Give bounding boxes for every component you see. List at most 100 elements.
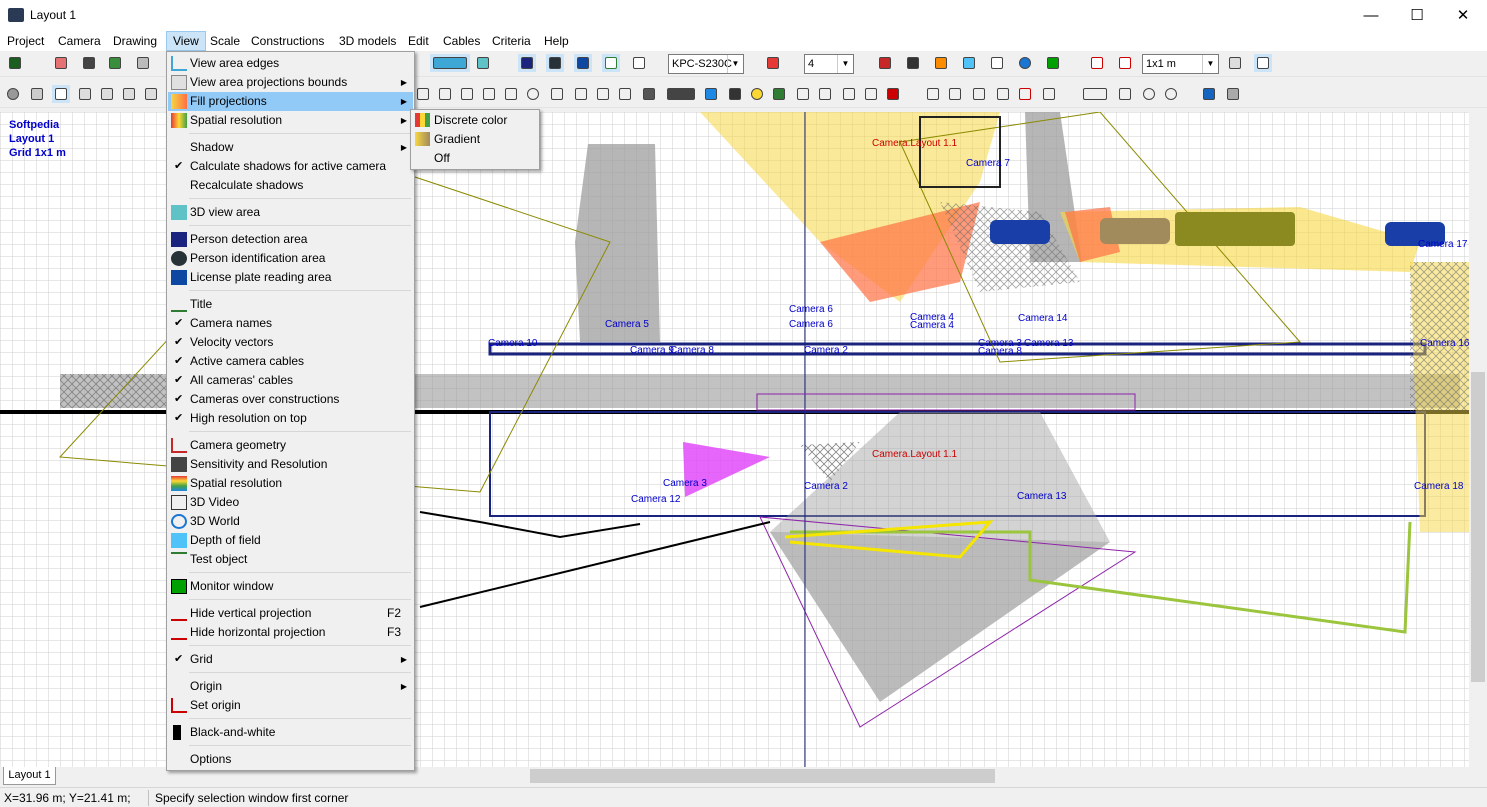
menu-item-calculate-shadows[interactable]: ✔ Calculate shadows for active camera: [168, 157, 413, 176]
menu-item-velocity-vectors[interactable]: ✔ Velocity vectors: [168, 333, 413, 352]
snap-icon[interactable]: [1080, 85, 1110, 103]
horizontal-scroll-thumb[interactable]: [530, 769, 995, 783]
menu-item-3d-video[interactable]: 3D Video: [168, 493, 413, 512]
light-icon[interactable]: [748, 85, 766, 103]
text-icon[interactable]: [594, 85, 612, 103]
menu-criteria[interactable]: Criteria: [486, 31, 537, 51]
menu-camera[interactable]: Camera: [52, 31, 107, 51]
box-icon[interactable]: [616, 85, 634, 103]
cut-icon[interactable]: [76, 85, 94, 103]
menu-item-sensitivity-resolution[interactable]: Sensitivity and Resolution: [168, 455, 413, 474]
circle-icon[interactable]: [524, 85, 542, 103]
menu-item-options[interactable]: Options: [168, 750, 413, 769]
print-icon[interactable]: [134, 54, 152, 72]
paste-icon[interactable]: [120, 85, 138, 103]
stop-icon[interactable]: [4, 85, 22, 103]
camera-geometry-toolbar-icon[interactable]: [876, 54, 894, 72]
windows-icon[interactable]: [630, 54, 648, 72]
submenu-item-gradient[interactable]: Gradient: [412, 130, 538, 149]
scale-tool-icon[interactable]: [1016, 85, 1034, 103]
save-layout-icon[interactable]: [80, 54, 98, 72]
menu-item-all-cameras-cables[interactable]: ✔ All cameras' cables: [168, 371, 413, 390]
menu-item-shadow[interactable]: Shadow ▶: [168, 138, 413, 157]
menu-item-person-detection[interactable]: Person detection area: [168, 230, 413, 249]
rectangle-icon[interactable]: [414, 85, 432, 103]
menu-item-black-and-white[interactable]: Black-and-white: [168, 723, 413, 742]
3d-model-icon[interactable]: [664, 85, 698, 103]
tab-layout-1[interactable]: Layout 1: [3, 767, 56, 785]
view-area-icon[interactable]: [430, 54, 470, 72]
camera-label[interactable]: Camera 7: [966, 158, 1010, 169]
menu-item-set-origin[interactable]: Set origin: [168, 696, 413, 715]
distribute-icon[interactable]: [970, 85, 988, 103]
menu-help[interactable]: Help: [538, 31, 575, 51]
menu-item-grid[interactable]: ✔ Grid ▶: [168, 650, 413, 669]
menu-item-origin[interactable]: Origin ▶: [168, 677, 413, 696]
hide-horizontal-toolbar-icon[interactable]: [1116, 54, 1134, 72]
zoom-out-icon[interactable]: [1162, 85, 1180, 103]
menu-item-projection-bounds[interactable]: View area projections bounds ▶: [168, 73, 413, 92]
menu-item-hide-horizontal[interactable]: Hide horizontal projection F3: [168, 623, 413, 642]
camera-label[interactable]: Camera 9: [630, 345, 674, 356]
menu-item-monitor-window[interactable]: Monitor window: [168, 577, 413, 596]
color-scale-icon[interactable]: [764, 54, 782, 72]
3d-world-toolbar-icon[interactable]: [1016, 54, 1034, 72]
pan-icon[interactable]: [1116, 85, 1134, 103]
menu-constructions[interactable]: Constructions: [245, 31, 330, 51]
cable-icon[interactable]: [862, 85, 880, 103]
menu-item-view-area-edges[interactable]: View area edges: [168, 54, 413, 73]
camera-label[interactable]: Camera 5: [605, 319, 649, 330]
sensitivity-toolbar-icon[interactable]: [904, 54, 922, 72]
dimension-icon[interactable]: [816, 85, 834, 103]
menu-item-hide-vertical[interactable]: Hide vertical projection F2: [168, 604, 413, 623]
person-detection-toolbar-icon[interactable]: [518, 54, 536, 72]
menu-item-recalculate-shadows[interactable]: Recalculate shadows: [168, 176, 413, 195]
door-icon[interactable]: [548, 85, 566, 103]
minimize-button[interactable]: —: [1348, 0, 1394, 31]
license-plate-toolbar-icon[interactable]: [574, 54, 592, 72]
menu-item-3d-view-area[interactable]: 3D view area: [168, 203, 413, 222]
person-icon[interactable]: [726, 85, 744, 103]
grid-size-select[interactable]: 1x1 m ▼: [1142, 54, 1219, 74]
black-white-toolbar-icon[interactable]: [1226, 54, 1244, 72]
menu-item-license-plate[interactable]: License plate reading area: [168, 268, 413, 287]
align-bottom-icon[interactable]: [924, 85, 942, 103]
menu-item-3d-world[interactable]: 3D World: [168, 512, 413, 531]
camera-label[interactable]: Camera 13: [1017, 491, 1066, 502]
menu-item-fill-projections[interactable]: Fill projections ▶: [168, 92, 413, 111]
wall-icon[interactable]: [480, 85, 498, 103]
camera-label[interactable]: Camera 4: [910, 320, 954, 331]
menu-item-spatial-resolution-2[interactable]: Spatial resolution: [168, 474, 413, 493]
camera-label[interactable]: Camera 8: [978, 346, 1022, 357]
hide-vertical-toolbar-icon[interactable]: [1088, 54, 1106, 72]
chart-icon[interactable]: [1040, 85, 1058, 103]
menu-item-camera-geometry[interactable]: Camera geometry: [168, 436, 413, 455]
camera-label[interactable]: Camera 18: [1414, 481, 1463, 492]
submenu-item-off[interactable]: Off: [412, 149, 538, 168]
surface-icon[interactable]: [702, 85, 720, 103]
undo-icon[interactable]: [1200, 85, 1218, 103]
menu-edit[interactable]: Edit: [402, 31, 435, 51]
depth-of-field-toolbar-icon[interactable]: [960, 54, 978, 72]
menu-item-person-identification[interactable]: Person identification area: [168, 249, 413, 268]
monitor-toolbar-icon[interactable]: [1044, 54, 1062, 72]
menu-cables[interactable]: Cables: [437, 31, 486, 51]
eraser-icon[interactable]: [28, 85, 46, 103]
add-camera-icon[interactable]: [52, 54, 70, 72]
menu-item-title[interactable]: Title: [168, 295, 413, 314]
move-icon[interactable]: [142, 85, 160, 103]
camera-label[interactable]: Camera 14: [1018, 313, 1067, 324]
menu-item-cameras-over-constructions[interactable]: ✔ Cameras over constructions: [168, 390, 413, 409]
title-toolbar-icon[interactable]: [602, 54, 620, 72]
save-icon[interactable]: [6, 54, 24, 72]
menu-scale[interactable]: Scale: [204, 31, 246, 51]
menu-item-high-resolution-on-top[interactable]: ✔ High resolution on top: [168, 409, 413, 428]
camera-label[interactable]: Camera 17: [1418, 239, 1467, 250]
count-select[interactable]: 4 ▼: [804, 54, 854, 74]
3d-view-icon[interactable]: [474, 54, 492, 72]
menu-3d-models[interactable]: 3D models: [333, 31, 402, 51]
camera-label[interactable]: Camera 13: [1024, 338, 1073, 349]
camera-label[interactable]: Camera 8: [670, 345, 714, 356]
column-icon[interactable]: [502, 85, 520, 103]
menu-project[interactable]: Project: [1, 31, 50, 51]
